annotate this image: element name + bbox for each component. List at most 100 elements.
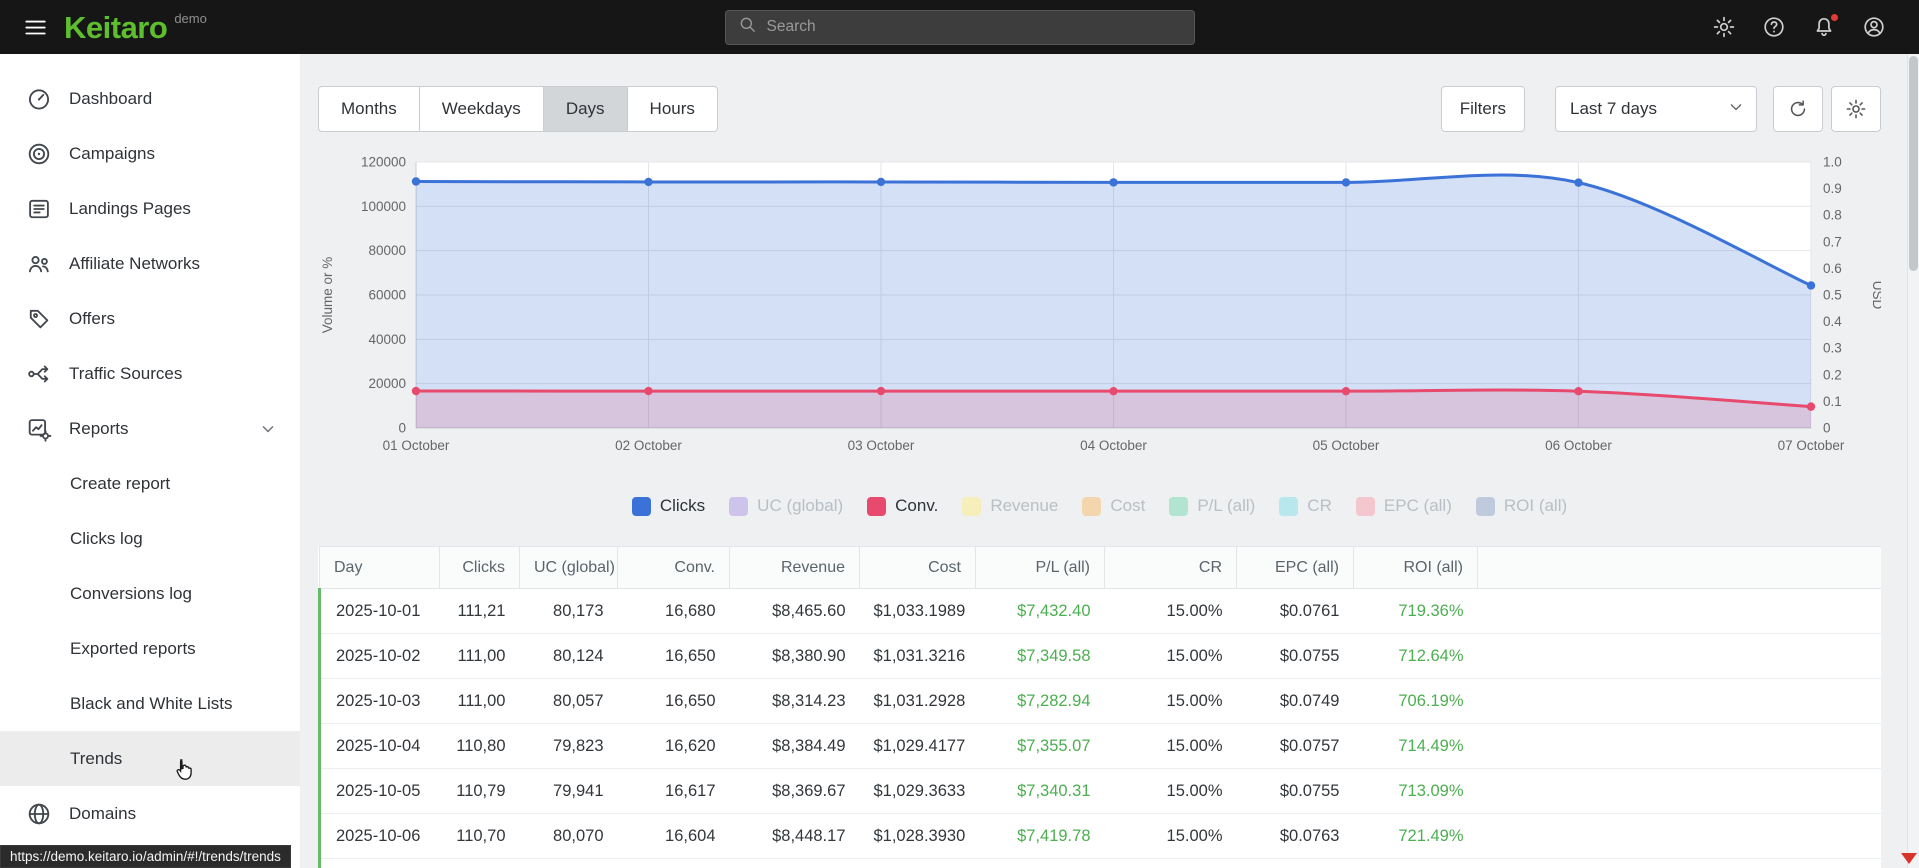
sidebar-item-label: Traffic Sources [69,363,183,383]
cell-revenue: $8,369.67 [729,768,860,814]
sidebar-item-landings-pages[interactable]: Landings Pages [0,181,300,236]
cell-cr: 15.00% [1104,858,1237,868]
table-row: 2025-10-04 110,80 79,823 16,620 $8,384.49 $1,… [318,723,1881,769]
sidebar-subitem-trends[interactable]: Trends [0,731,300,786]
cell-roi-all: 714.49% [1353,723,1478,769]
settings-top-button[interactable] [1712,15,1736,39]
tab-hours[interactable]: Hours [626,86,718,132]
global-search[interactable] [724,9,1195,45]
cell-p-l-all: $4,289.72 [975,858,1105,868]
cell-filler [1477,678,1881,724]
filters-button[interactable]: Filters [1440,86,1525,132]
table-row: 2025-10-06 110,70 80,070 16,604 $8,448.17 $1,… [318,813,1881,859]
legend-item-clicks[interactable]: Clicks [631,496,705,516]
date-range-select[interactable]: Last 7 days [1555,86,1757,132]
svg-text:USD: USD [1870,281,1881,310]
cell-filler [1477,723,1881,769]
campaigns-icon [26,141,52,167]
cell-uc-global: 46,507 [519,858,618,868]
svg-text:0: 0 [1823,421,1831,436]
cell-revenue: $8,380.90 [729,633,860,679]
vertical-scrollbar[interactable] [1907,54,1919,868]
tab-days[interactable]: Days [542,86,628,132]
reports-icon [26,416,52,442]
notifications-button[interactable] [1812,13,1839,39]
view-tabs: Months Weekdays Days Hours [318,86,718,132]
cell-epc-all: $0.0757 [1236,723,1354,769]
cell-roi-all: 718.17% [1353,858,1478,868]
menu-toggle-button[interactable] [22,14,48,40]
tab-weekdays[interactable]: Weekdays [418,86,544,132]
column-header-cost: Cost [859,546,976,589]
svg-text:01 October: 01 October [383,438,450,453]
cell-cr: 15.00% [1104,723,1237,769]
svg-text:0.4: 0.4 [1823,314,1842,329]
affiliate-networks-icon [26,251,52,277]
refresh-button[interactable] [1773,86,1823,132]
help-button[interactable] [1762,15,1786,39]
sidebar-subitem-clicks-log[interactable]: Clicks log [0,511,300,566]
sidebar-subitem-conversions-log[interactable]: Conversions log [0,566,300,621]
sidebar-item-domains[interactable]: Domains [0,786,300,841]
recording-indicator [1901,853,1917,864]
svg-text:02 October: 02 October [615,438,682,453]
sidebar-item-label: Offers [69,308,115,328]
column-header-filler [1477,546,1881,589]
sidebar-subitem-create-report[interactable]: Create report [0,456,300,511]
sidebar-item-label: Dashboard [69,88,153,108]
legend-item-uc-global[interactable]: UC (global) [729,496,843,516]
help-icon [1762,15,1786,39]
cell-conv: 16,604 [617,813,730,859]
legend-item-epc-all[interactable]: EPC (all) [1355,496,1452,516]
legend-item-p-l-all[interactable]: P/L (all) [1169,496,1255,516]
legend-label: CR [1307,496,1332,515]
svg-text:80000: 80000 [368,243,406,258]
sidebar-item-reports[interactable]: Reports [0,401,300,456]
legend-label: P/L (all) [1197,496,1256,515]
chevron-down-icon[interactable] [258,419,278,439]
env-label: demo [174,11,207,26]
sidebar-subitem-black-and-white-lists[interactable]: Black and White Lists [0,676,300,731]
app-logo: Keitaro [64,9,168,45]
legend-item-roi-all[interactable]: ROI (all) [1475,496,1567,516]
topbar-actions [1712,13,1886,39]
column-header-uc-global: UC (global) [519,546,618,589]
account-button[interactable] [1862,15,1886,39]
search-input[interactable] [766,18,1182,36]
trends-chart[interactable]: 0 20000 40000 60000 80000 100000 120000 0 0.1 0.2… [318,152,1885,469]
cell-conv: 16,650 [617,678,730,724]
cell-uc-global: 80,124 [519,633,618,679]
sidebar-item-affiliate-networks[interactable]: Affiliate Networks [0,236,300,291]
tab-months[interactable]: Months [318,86,420,132]
chart-legend: Clicks UC (global) Conv. Revenue Cost P/L (al… [318,489,1881,523]
chevron-down-icon [1726,97,1746,117]
sidebar-item-label: Affiliate Networks [69,253,201,273]
cell-clicks: 110,79 [439,768,520,814]
cell-clicks: 111,00 [439,678,520,724]
chart-canvas[interactable]: 0 20000 40000 60000 80000 100000 120000 0 0.1 0.2… [318,152,1885,464]
column-header-clicks: Clicks [439,546,520,589]
sidebar-item-offers[interactable]: Offers [0,291,300,346]
legend-swatch [1082,496,1102,516]
cell-day: 2025-10-06 [318,813,440,859]
cell-p-l-all: $7,349.58 [975,633,1105,679]
sidebar-item-traffic-sources[interactable]: Traffic Sources [0,346,300,401]
scrollbar-thumb[interactable] [1909,56,1918,271]
sidebar-item-campaigns[interactable]: Campaigns [0,126,300,181]
cell-cost: $1,029.4177 [859,723,976,769]
legend-item-revenue[interactable]: Revenue [962,496,1058,516]
sidebar-subitem-exported-reports[interactable]: Exported reports [0,621,300,676]
svg-text:0: 0 [398,421,406,436]
legend-item-cr[interactable]: CR [1279,496,1332,516]
legend-item-conv[interactable]: Conv. [867,496,938,516]
chart-settings-button[interactable] [1831,86,1881,132]
cell-p-l-all: $7,355.07 [975,723,1105,769]
sidebar-item-dashboard[interactable]: Dashboard [0,71,300,126]
cell-epc-all: $0.0755 [1236,768,1354,814]
trends-toolbar: Months Weekdays Days Hours Filters Last 7 d… [318,86,1881,132]
legend-item-cost[interactable]: Cost [1082,496,1145,516]
svg-text:100000: 100000 [361,199,406,214]
svg-text:0.2: 0.2 [1823,367,1842,382]
cell-roi-all: 706.19% [1353,678,1478,724]
cell-day: 2025-10-07 [318,858,440,868]
